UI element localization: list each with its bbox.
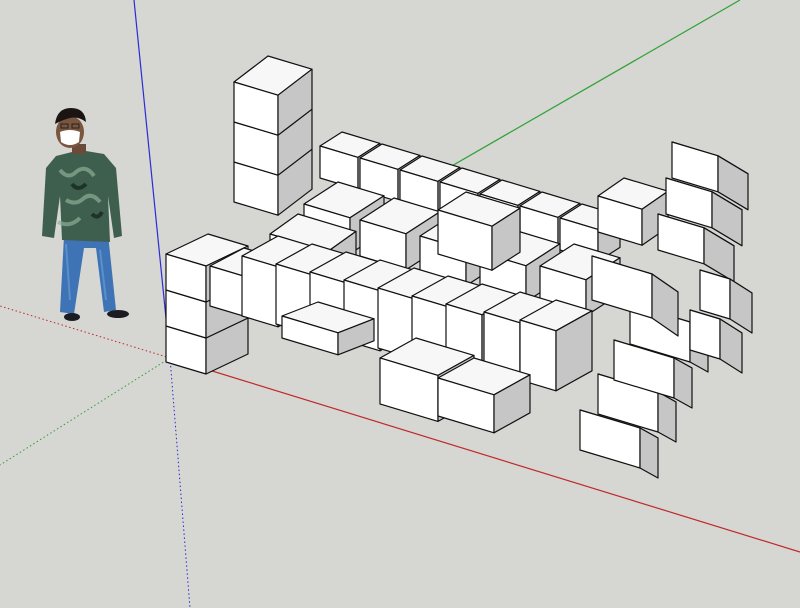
model-viewport[interactable] bbox=[0, 0, 800, 608]
cube-model[interactable] bbox=[0, 0, 800, 608]
front-row-cube[interactable] bbox=[519, 299, 593, 392]
